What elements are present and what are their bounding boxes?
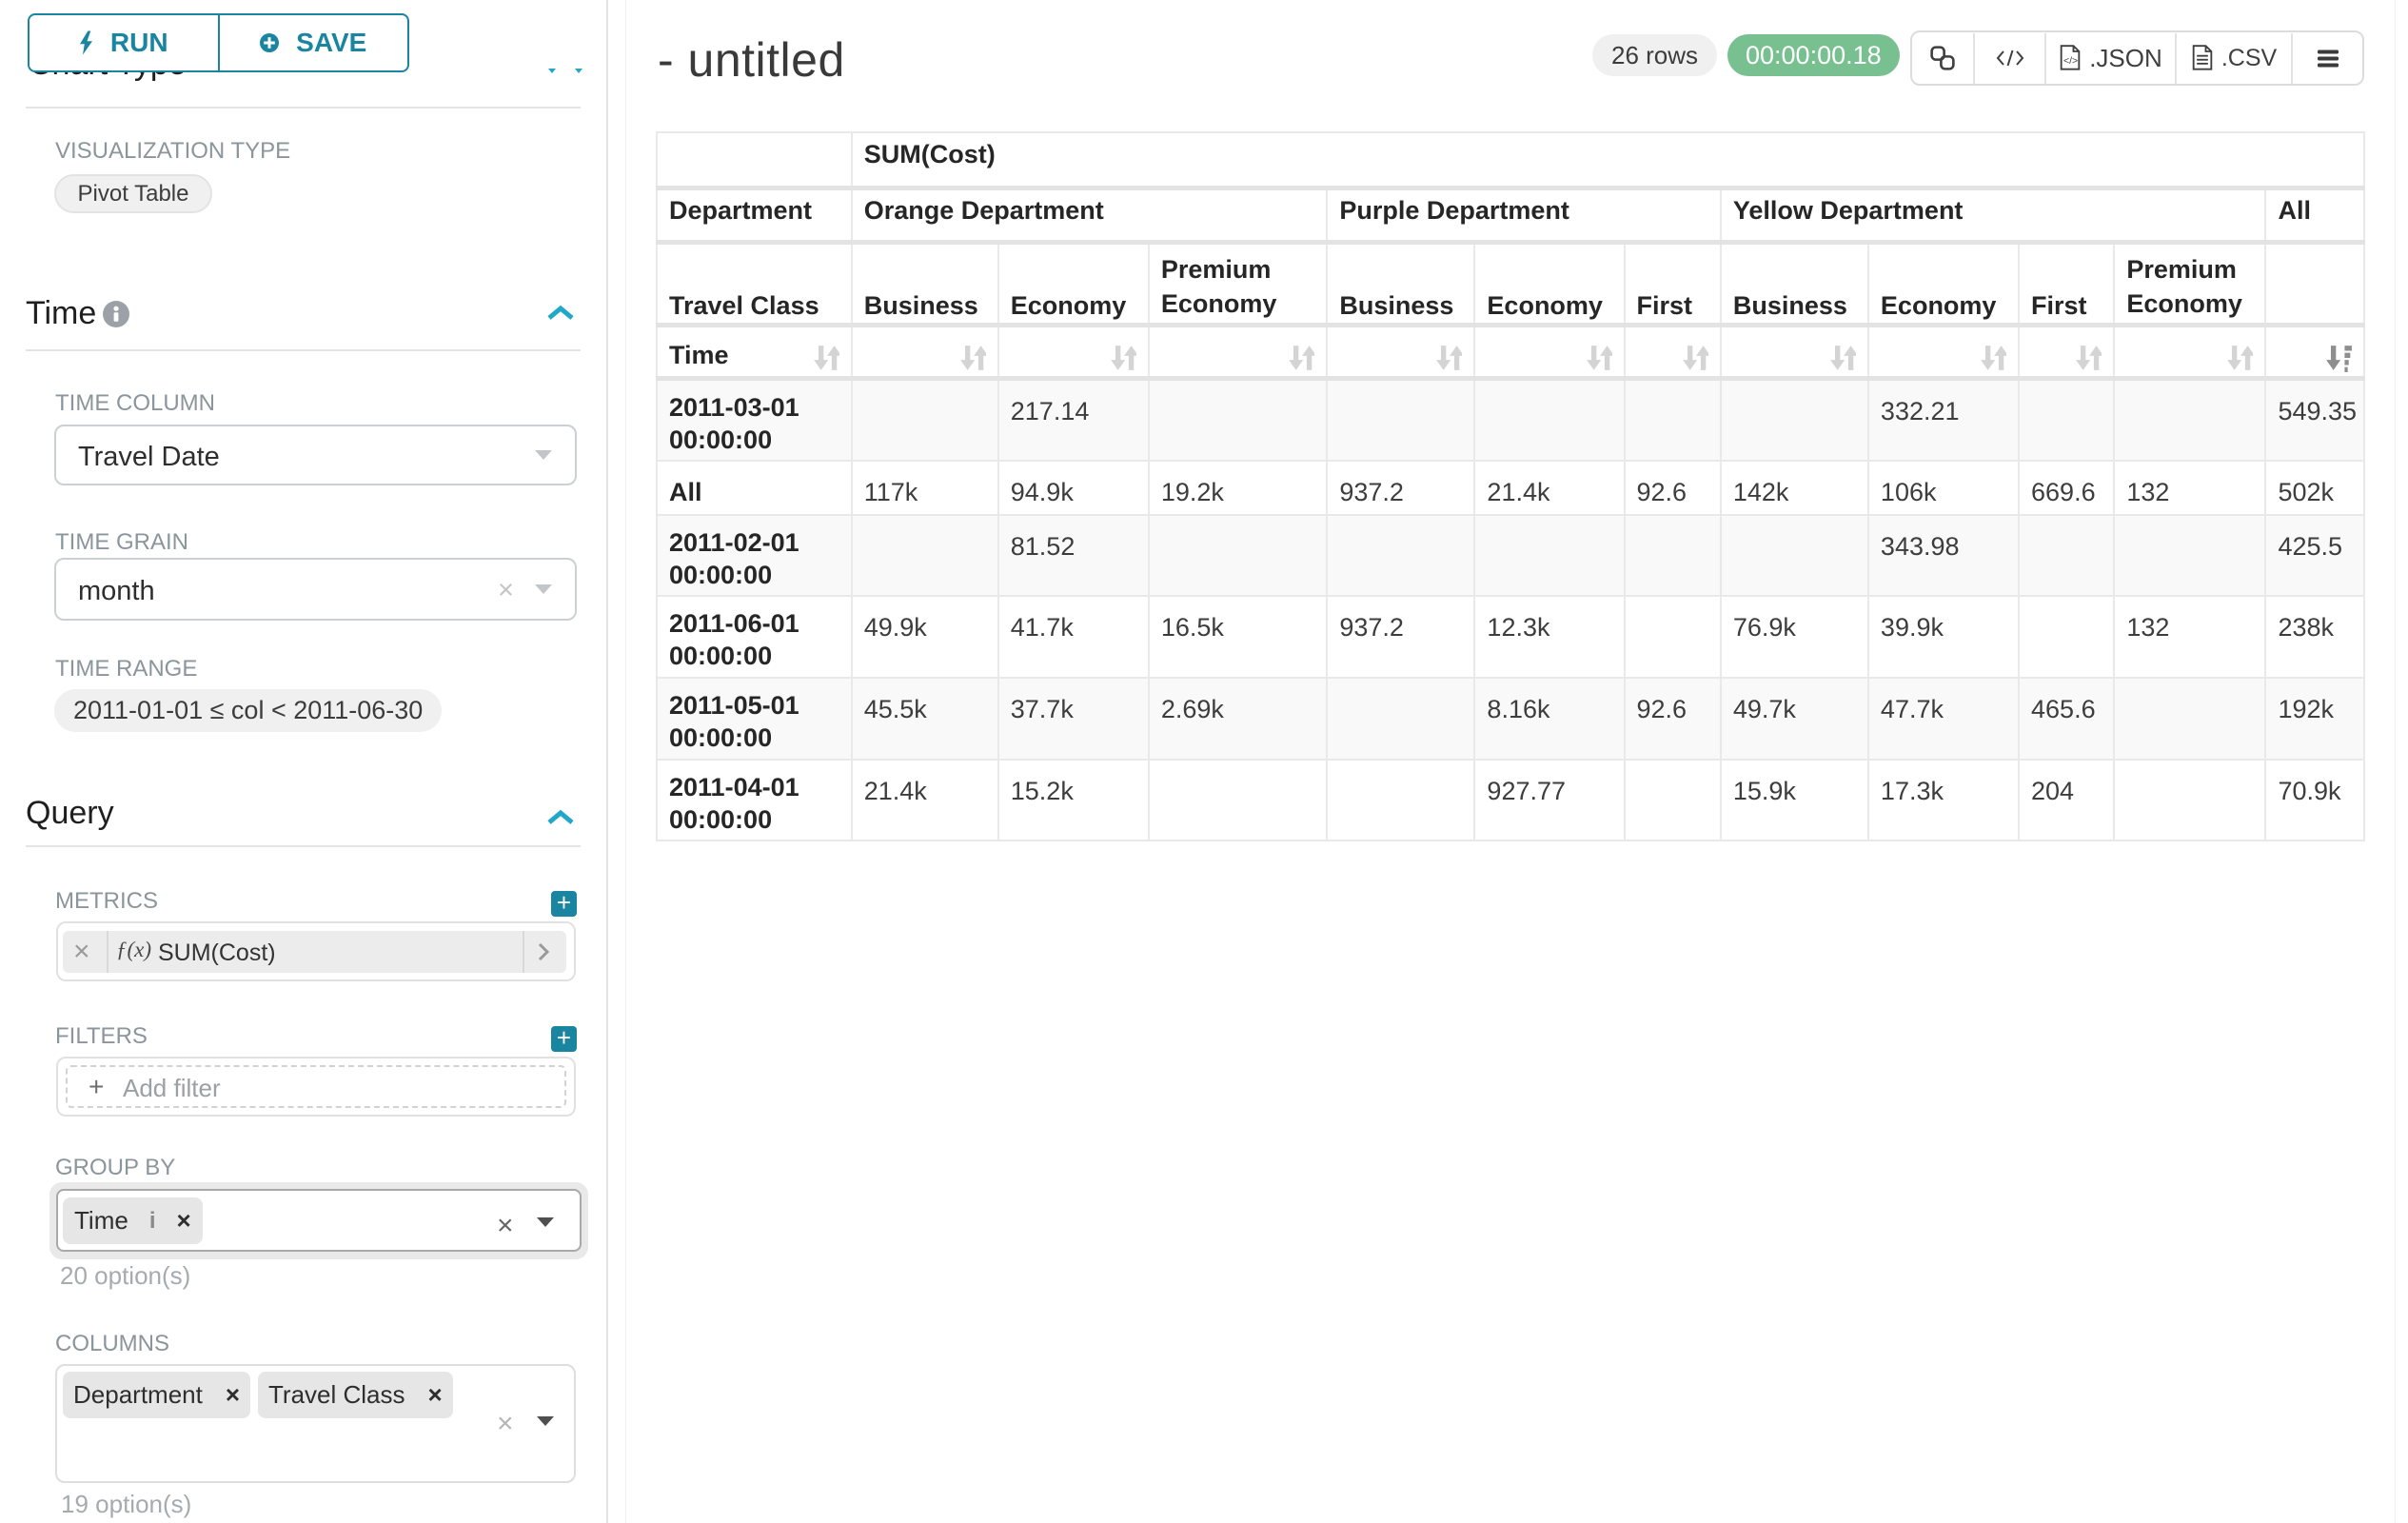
- svg-text:</>: </>: [2063, 55, 2078, 67]
